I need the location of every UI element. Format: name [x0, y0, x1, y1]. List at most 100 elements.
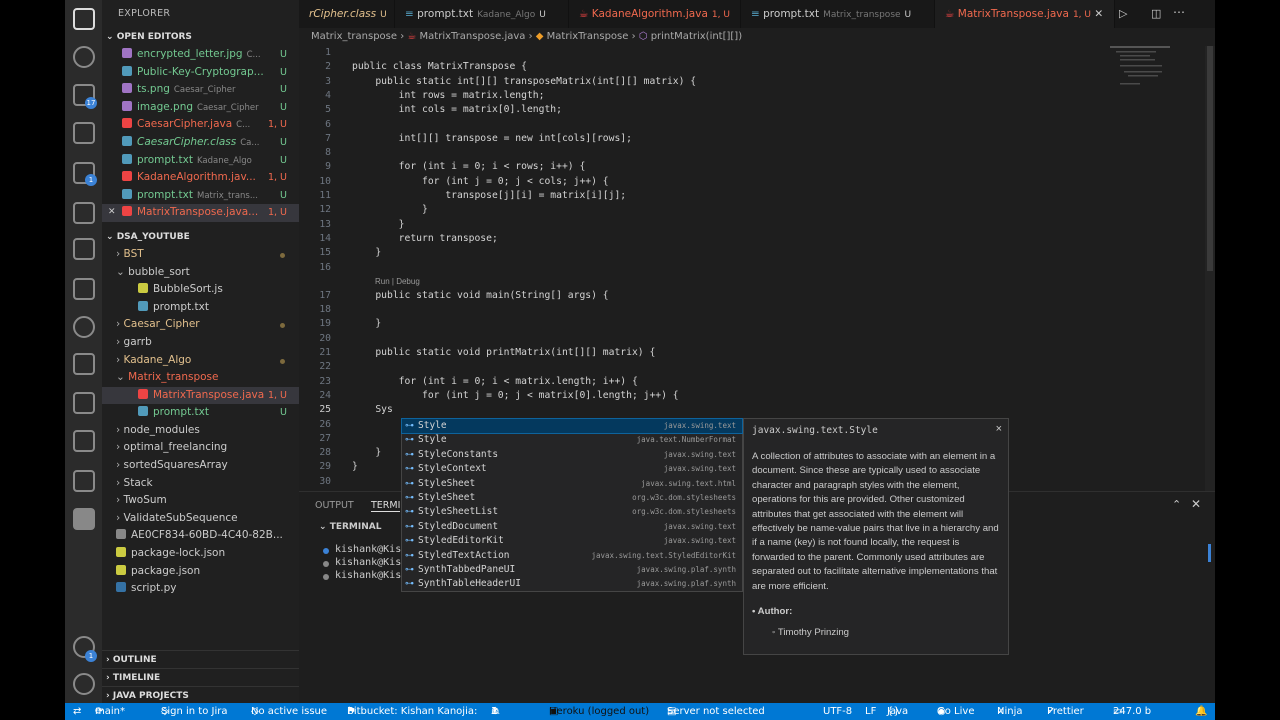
line-ending[interactable]: LF [865, 703, 876, 720]
tree-item[interactable]: › Caesar_Cipher [102, 316, 299, 334]
codelens-run-debug[interactable]: Run | Debug [375, 277, 420, 286]
tree-item[interactable]: › sortedSquaresArray [102, 457, 299, 475]
autocomplete-doc-panel: javax.swing.text.Style × A collection of… [743, 418, 1009, 655]
open-editor-item[interactable]: ✕ MatrixTranspose.java... 1, U [102, 204, 299, 222]
chevron-right-icon: › [116, 441, 124, 454]
tree-item[interactable]: › TwoSum [102, 492, 299, 510]
suggestion-package: javax.swing.plaf.synth [636, 565, 736, 574]
notifications-icon[interactable]: 🔔 [1195, 703, 1207, 720]
extension-square-icon[interactable] [73, 508, 95, 530]
timeline-header[interactable]: › TIMELINE [102, 668, 299, 686]
tree-item[interactable]: BubbleSort.js [102, 281, 299, 299]
breadcrumb-item[interactable]: MatrixTranspose.java [420, 31, 526, 42]
tree-item[interactable]: › garrb [102, 334, 299, 352]
close-icon[interactable]: × [996, 423, 1002, 435]
git-graph-icon[interactable] [73, 470, 95, 492]
code-line: 8 [299, 146, 1199, 160]
thunder-client-icon[interactable] [73, 316, 95, 338]
terminal-section-header[interactable]: ⌄ TERMINAL [319, 522, 381, 532]
line-number: 15 [319, 247, 331, 259]
settings-gear-icon[interactable] [73, 673, 95, 695]
suggestion-item[interactable]: ⊶ StyleSheetList org.w3c.dom.stylesheets [402, 505, 742, 519]
tree-item[interactable]: › Stack [102, 475, 299, 493]
workspace-header[interactable]: ⌄ DSA_YOUTUBE [102, 228, 299, 246]
suggestion-item[interactable]: ⊶ StyleSheet javax.swing.text.html [402, 477, 742, 491]
editor-tab[interactable]: ≡ prompt.txt Matrix_transpose U [741, 0, 935, 28]
tree-item[interactable]: › node_modules [102, 422, 299, 440]
open-editor-item[interactable]: KadaneAlgorithm.jav... 1, U [102, 169, 299, 187]
atlassian-icon[interactable] [73, 392, 95, 414]
interface-icon: ⊶ [405, 550, 414, 561]
run-icon[interactable]: ▷ [1119, 7, 1127, 20]
suggestion-item[interactable]: ⊶ StyledTextAction javax.swing.text.Styled… [402, 549, 742, 563]
tree-item[interactable]: prompt.txt U [102, 404, 299, 422]
scrollbar-thumb[interactable] [1207, 46, 1213, 271]
tree-item[interactable]: › optimal_freelancing [102, 439, 299, 457]
suggestion-item[interactable]: ⊶ StyleSheet org.w3c.dom.stylesheets [402, 491, 742, 505]
open-editor-item[interactable]: CaesarCipher.class Ca... U [102, 134, 299, 152]
open-editor-item[interactable]: image.png Caesar_Cipher U [102, 99, 299, 117]
open-editor-item[interactable]: ts.png Caesar_Cipher U [102, 81, 299, 99]
git-status-badge: U [280, 66, 287, 78]
editor-tab[interactable]: ☕ MatrixTranspose.java 1, U ✕ [935, 0, 1115, 28]
bitbucket-icon[interactable] [73, 430, 95, 452]
suggestion-item[interactable]: ⊶ StyleContext javax.swing.text [402, 462, 742, 476]
suggestion-item[interactable]: ⊶ StyledDocument javax.swing.text [402, 520, 742, 534]
suggestion-item[interactable]: ⊶ SynthTableHeaderUI javax.swing.plaf.synt… [402, 577, 742, 591]
editor-tab[interactable]: rCipher.class U [299, 0, 395, 28]
open-editor-item[interactable]: Public-Key-Cryptograp... U [102, 64, 299, 82]
tree-item[interactable]: › ValidateSubSequence [102, 510, 299, 528]
tab-terminal[interactable]: TERMI [371, 500, 401, 512]
suggestion-item[interactable]: ⊶ SynthTabbedPaneUI javax.swing.plaf.synth [402, 563, 742, 577]
tab-output[interactable]: OUTPUT [315, 500, 354, 511]
suggestion-item[interactable]: ⊶ StyleConstants javax.swing.text [402, 448, 742, 462]
suggestion-item[interactable]: ⊶ Style javax.swing.text [401, 417, 743, 435]
tree-item[interactable]: package-lock.json [102, 545, 299, 563]
java-projects-header[interactable]: › JAVA PROJECTS [102, 686, 299, 703]
terminal-status-dot [323, 574, 329, 580]
tree-item[interactable]: ⌄ bubble_sort [102, 264, 299, 282]
suggestion-item[interactable]: ⊶ StyledEditorKit javax.swing.text [402, 534, 742, 548]
editor-scrollbar[interactable] [1205, 46, 1215, 491]
chevron-right-icon: › [116, 423, 124, 436]
split-editor-icon[interactable]: ◫ [1151, 7, 1161, 20]
minimap[interactable] [1110, 46, 1205, 106]
tree-item[interactable]: package.json [102, 563, 299, 581]
outline-header[interactable]: › OUTLINE [102, 650, 299, 668]
close-panel-icon[interactable]: ✕ [1191, 497, 1201, 511]
breadcrumb-item[interactable]: MatrixTranspose [547, 31, 629, 42]
breadcrumb-item[interactable]: printMatrix(int[][]) [651, 31, 742, 42]
tree-item[interactable]: script.py [102, 580, 299, 598]
search-icon[interactable] [73, 46, 95, 68]
testing-icon[interactable] [73, 238, 95, 260]
open-editor-item[interactable]: encrypted_letter.jpg C... U [102, 46, 299, 64]
remote-explorer-icon[interactable] [73, 202, 95, 224]
editor-tab[interactable]: ☕ KadaneAlgorithm.java 1, U [569, 0, 741, 28]
tab-label: prompt.txt [417, 8, 474, 20]
run-debug-icon[interactable] [73, 122, 95, 144]
encoding[interactable]: UTF-8 [823, 703, 852, 720]
editor-tab[interactable]: ≡ prompt.txt Kadane_Algo U [395, 0, 569, 28]
open-editor-item[interactable]: prompt.txt Matrix_trans... U [102, 187, 299, 205]
tree-item[interactable]: prompt.txt [102, 299, 299, 317]
tree-item[interactable]: MatrixTranspose.java 1, U [102, 386, 299, 405]
tree-item[interactable]: › BST [102, 246, 299, 264]
docker-icon[interactable] [73, 278, 95, 300]
close-icon[interactable]: ✕ [108, 204, 116, 222]
more-actions-icon[interactable]: ⋯ [1173, 5, 1185, 19]
breadcrumb-item[interactable]: Matrix_transpose [311, 31, 397, 42]
interface-icon: ⊶ [405, 536, 414, 547]
explorer-icon[interactable] [73, 8, 95, 30]
open-editor-item[interactable]: prompt.txt Kadane_Algo U [102, 152, 299, 170]
tree-item[interactable]: ⌄ Matrix_transpose [102, 369, 299, 387]
remote-icon[interactable]: ⇄ [73, 703, 81, 720]
tree-item[interactable]: › Kadane_Algo [102, 352, 299, 370]
open-editor-item[interactable]: CaesarCipher.java C... 1, U [102, 116, 299, 134]
tree-item-name: bubble_sort [128, 265, 190, 278]
database-icon[interactable] [73, 353, 95, 375]
tree-item[interactable]: AE0CF834-60BD-4C40-82B... [102, 527, 299, 545]
suggestion-item[interactable]: ⊶ Style java.text.NumberFormat [402, 433, 742, 447]
open-editors-header[interactable]: ⌄ OPEN EDITORS [102, 28, 299, 46]
close-icon[interactable]: ✕ [1091, 8, 1103, 20]
maximize-panel-icon[interactable]: ⌃ [1172, 498, 1181, 511]
